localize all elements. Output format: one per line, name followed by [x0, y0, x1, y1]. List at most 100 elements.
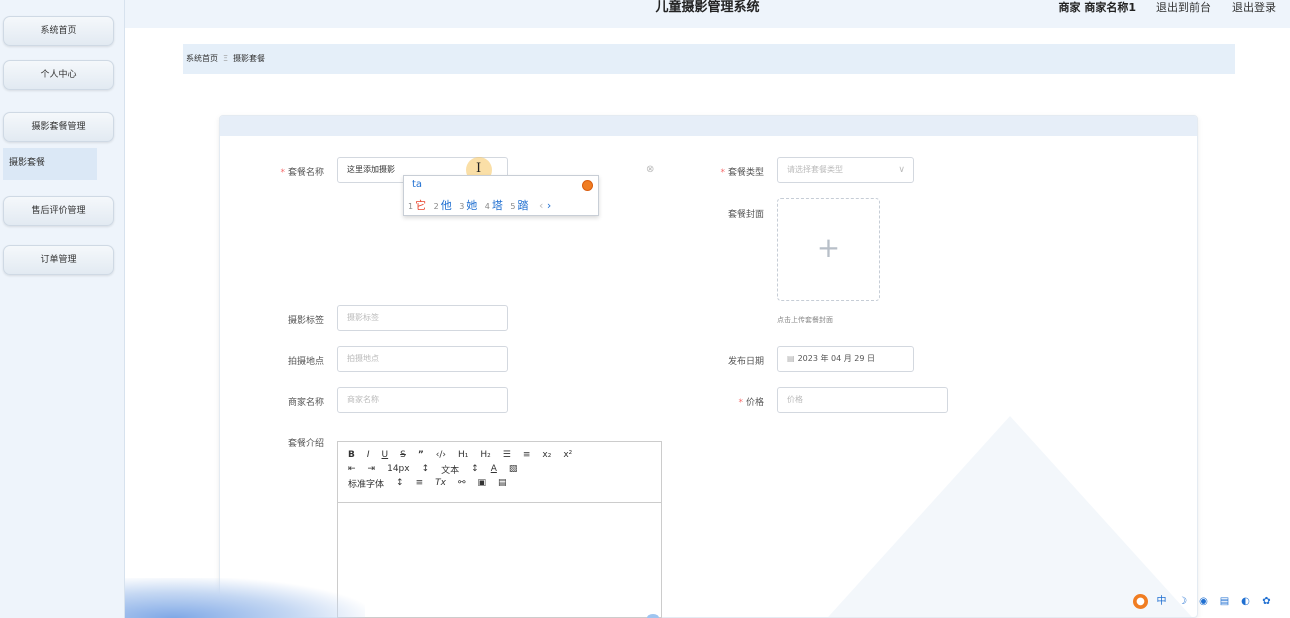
ime-candidate-number: 2 — [433, 202, 439, 211]
superscript-button[interactable]: x² — [563, 450, 572, 460]
chevron-left-icon[interactable]: ‹ — [539, 199, 543, 212]
exit-to-frontend-link[interactable]: 退出到前台 — [1156, 0, 1211, 16]
chevron-down-icon: ∨ — [898, 165, 905, 175]
ime-status-bar: ● 中 ☽ ◉ ▤ ◐ ✿ — [1133, 594, 1274, 609]
menu-item-review-management[interactable]: 售后评价管理 — [3, 196, 114, 226]
merchant-label: 商家名称 — [287, 398, 324, 408]
strike-button[interactable]: S — [400, 450, 406, 460]
date-label: 发布日期 — [727, 357, 764, 367]
text-cursor-icon: I — [476, 161, 482, 176]
chevron-right-icon[interactable]: › — [547, 199, 551, 212]
outdent-button[interactable]: ⇤ — [348, 464, 356, 474]
chinese-mode-icon[interactable]: 中 — [1154, 594, 1169, 609]
keyboard-icon[interactable]: ▤ — [1217, 594, 1232, 609]
font-family-caret: ↕ — [396, 478, 404, 488]
font-color-button[interactable]: A — [491, 464, 497, 474]
ime-candidate[interactable]: 她 — [466, 199, 477, 212]
cover-upload-tip: 点击上传套餐封面 — [777, 316, 833, 324]
breadcrumb-current: 摄影套餐 — [233, 54, 266, 63]
microphone-icon[interactable]: ◉ — [1196, 594, 1211, 609]
font-family-select[interactable]: 标准字体 — [348, 477, 384, 490]
logout-link[interactable]: 退出登录 — [1232, 0, 1276, 16]
menu-item-home[interactable]: 系统首页 — [3, 16, 114, 46]
ime-candidate[interactable]: 踏 — [517, 199, 528, 212]
align-button[interactable]: ≡ — [416, 478, 424, 488]
bold-button[interactable]: B — [348, 450, 355, 460]
font-size-select[interactable]: 14px — [387, 464, 410, 474]
top-bar: 儿童摄影管理系统 商家 商家名称1 退出到前台 退出登录 — [125, 0, 1290, 28]
moon-icon[interactable]: ☽ — [1175, 594, 1190, 609]
skin-icon[interactable]: ◐ — [1238, 594, 1253, 609]
name-label: * 套餐名称 — [280, 168, 324, 178]
ime-typed-text: ta — [412, 179, 423, 190]
breadcrumb-separator: Ξ — [223, 54, 229, 63]
rich-text-editor[interactable]: B I U S ” ‹/› H₁ H₂ ☰ ≡ x₂ x² ⇤ ⇥ 14px ↕… — [337, 441, 662, 618]
font-size-caret: ↕ — [421, 464, 430, 474]
tools-icon[interactable]: ✿ — [1259, 594, 1274, 609]
ime-logo-icon[interactable]: ● — [1133, 594, 1148, 609]
video-button[interactable]: ▤ — [498, 478, 507, 488]
menu-item-profile[interactable]: 个人中心 — [3, 60, 114, 90]
breadcrumb-home[interactable]: 系统首页 — [186, 54, 218, 63]
blockquote-button[interactable]: ” — [418, 450, 424, 460]
text-style-caret: ↕ — [471, 464, 479, 474]
ime-logo-icon — [582, 180, 593, 191]
code-block-button[interactable]: ‹/› — [436, 450, 446, 460]
sidebar: 系统首页 个人中心 摄影套餐管理 摄影套餐 售后评价管理 订单管理 — [0, 0, 125, 618]
toolbar-row-1: B I U S ” ‹/› H₁ H₂ ☰ ≡ x₂ x² — [348, 448, 651, 462]
italic-button[interactable]: I — [367, 450, 370, 460]
cover-label: 套餐封面 — [727, 210, 764, 220]
breadcrumb: 系统首页 Ξ 摄影套餐 — [183, 44, 1235, 74]
merchant-input[interactable]: 商家名称 — [337, 387, 508, 413]
tags-label: 摄影标签 — [287, 316, 324, 326]
menu-item-package-management[interactable]: 摄影套餐管理 — [3, 112, 114, 142]
price-input[interactable]: 价格 — [777, 387, 948, 413]
location-input[interactable]: 拍摄地点 — [337, 346, 508, 372]
menu-item-order-management[interactable]: 订单管理 — [3, 245, 114, 275]
publish-date-value: 2023 年 04 月 29 日 — [797, 354, 875, 363]
ime-candidate[interactable]: 他 — [441, 199, 452, 212]
price-label: * 价格 — [738, 398, 764, 408]
submenu-item-package[interactable]: 摄影套餐 — [3, 148, 97, 180]
plus-icon: + — [816, 231, 841, 264]
ime-candidate-list: 1它 2他 3她 4塔 5踏 ‹ › — [408, 197, 551, 213]
publish-date-input[interactable]: ▤ 2023 年 04 月 29 日 — [777, 346, 914, 372]
text-style-select[interactable]: 文本 — [441, 463, 459, 476]
clear-format-button[interactable]: Tx — [435, 478, 446, 488]
intro-label: 套餐介绍 — [287, 439, 324, 449]
background-color-button[interactable]: ▧ — [509, 464, 518, 474]
type-label: * 套餐类型 — [720, 168, 764, 178]
current-user: 商家 商家名称1 — [1058, 1, 1136, 14]
header-1-button[interactable]: H₁ — [458, 450, 468, 460]
link-button[interactable]: ⚯ — [458, 478, 466, 488]
package-type-select[interactable]: 请选择套餐类型 ∨ — [777, 157, 914, 183]
circle-x-icon[interactable]: ⊗ — [646, 164, 654, 175]
toolbar-row-3: 标准字体 ↕ ≡ Tx ⚯ ▣ ▤ — [348, 476, 651, 490]
ime-candidate-number: 4 — [484, 202, 490, 211]
bullet-list-button[interactable]: ≡ — [523, 450, 531, 460]
header-2-button[interactable]: H₂ — [480, 450, 490, 460]
background-decoration — [820, 416, 1197, 617]
background-swoosh — [125, 578, 365, 618]
ime-candidate-number: 3 — [459, 202, 465, 211]
ime-candidate-number: 5 — [510, 202, 516, 211]
tags-input[interactable]: 摄影标签 — [337, 305, 508, 331]
ime-candidate[interactable]: 塔 — [492, 199, 503, 212]
ime-candidate[interactable]: 它 — [415, 199, 426, 212]
ime-candidate-number: 1 — [408, 202, 414, 211]
toolbar-row-2: ⇤ ⇥ 14px ↕ 文本 ↕ A ▧ — [348, 462, 651, 476]
ordered-list-button[interactable]: ☰ — [503, 450, 511, 460]
cover-upload[interactable]: + — [777, 198, 880, 301]
indent-button[interactable]: ⇥ — [368, 464, 376, 474]
image-button[interactable]: ▣ — [477, 478, 486, 488]
subscript-button[interactable]: x₂ — [542, 450, 551, 460]
editor-toolbar: B I U S ” ‹/› H₁ H₂ ☰ ≡ x₂ x² ⇤ ⇥ 14px ↕… — [338, 442, 661, 503]
scroll-indicator — [647, 614, 659, 618]
ime-candidate-popup[interactable]: ta 1它 2他 3她 4塔 5踏 ‹ › — [403, 175, 599, 216]
calendar-icon: ▤ — [787, 354, 795, 363]
location-label: 拍摄地点 — [287, 357, 324, 367]
form-card-header — [220, 116, 1197, 136]
ime-pager[interactable]: ‹ › — [539, 199, 551, 212]
underline-button[interactable]: U — [382, 450, 389, 460]
type-select-placeholder: 请选择套餐类型 — [787, 165, 843, 174]
